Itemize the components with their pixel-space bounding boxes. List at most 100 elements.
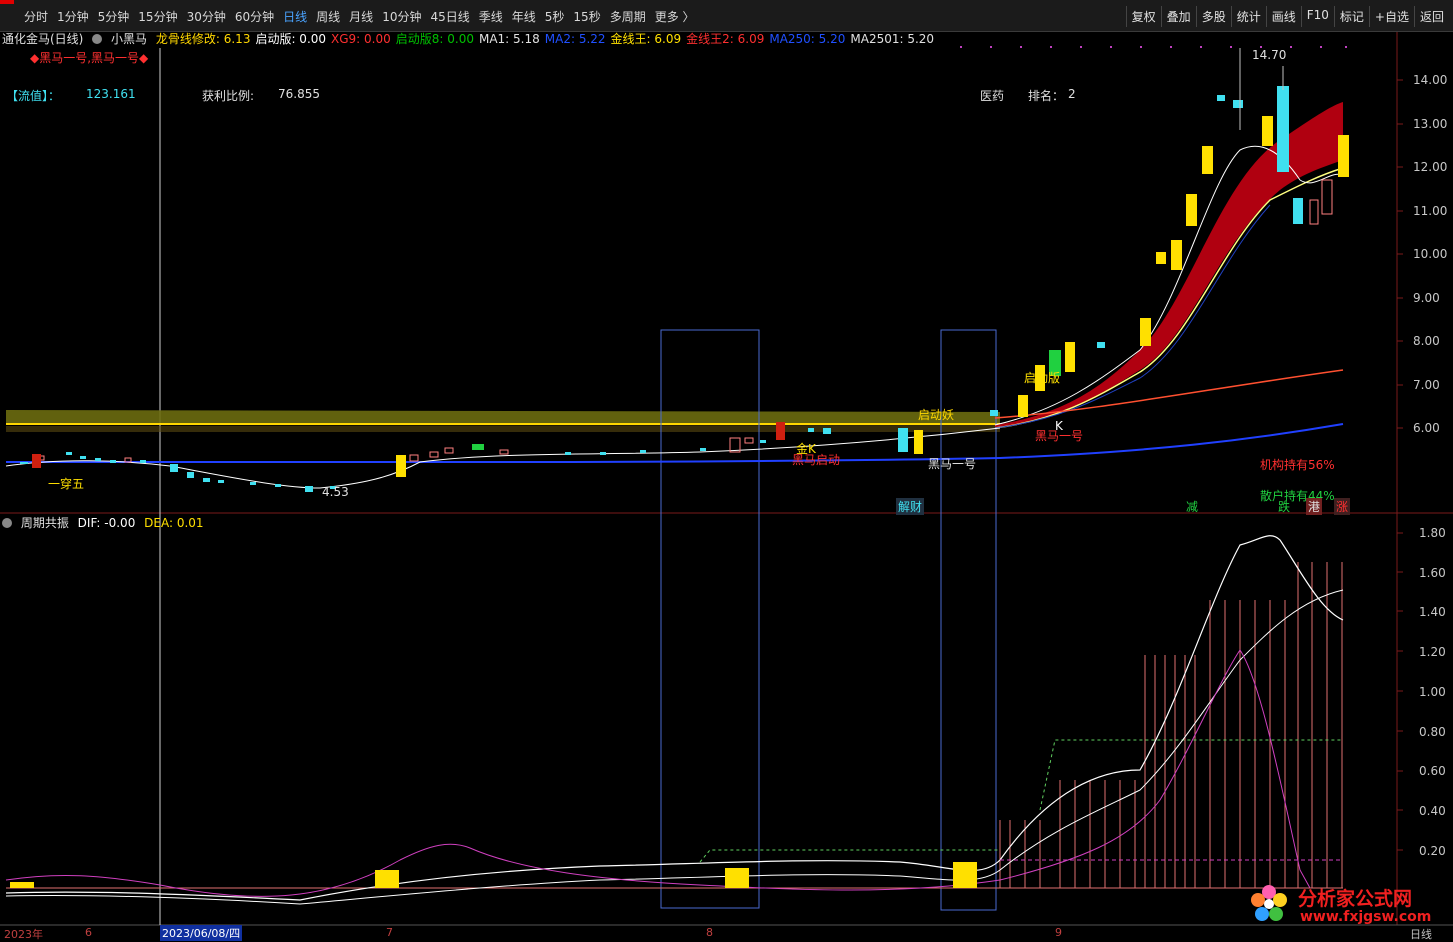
indicator-value-7: 金线王2: 6.09 (686, 32, 765, 46)
tab-4[interactable]: 30分钟 (187, 8, 226, 25)
signal-text: ◆黑马一号,黑马一号◆ (30, 51, 149, 65)
jiecai-badge: 解财 (896, 498, 925, 515)
sub-tick-4: 1.00 (1419, 684, 1446, 699)
indicator-value-4: MA1: 5.18 (478, 32, 540, 46)
heima-label-2: 黑马一号 (928, 457, 977, 471)
tool-button-1[interactable]: 叠加 (1160, 6, 1196, 27)
sub-tick-0: 1.80 (1419, 526, 1446, 540)
tab-12[interactable]: 年线 (512, 8, 536, 25)
heima-qidong-label: 黑马启动 (792, 453, 841, 467)
indicator-values: 龙骨线修改: 6.13 启动版: 0.00 XG9: 0.00 启动版8: 0.00 M… (156, 32, 939, 46)
cursor-date: 2023/06/08/四 (160, 925, 243, 941)
tab-13[interactable]: 5秒 (545, 8, 565, 25)
low-price-label: 4.53 (322, 485, 349, 499)
tab-7[interactable]: 周线 (316, 8, 340, 25)
tool-button-7[interactable]: +自选 (1368, 6, 1414, 27)
settings-circle-icon[interactable] (92, 34, 103, 44)
sector-label: 医药 (980, 89, 1005, 103)
indicator-value-0: 龙骨线修改: 6.13 (155, 32, 251, 46)
tab-6[interactable]: 日线 (283, 8, 307, 25)
tool-button-6[interactable]: 标记 (1333, 6, 1369, 27)
date-month-9: 9 (1055, 926, 1062, 939)
k-label: K (1055, 419, 1063, 433)
date-month-8: 8 (706, 926, 713, 939)
indicator-value-8: MA250: 5.20 (769, 32, 846, 46)
sub-tick-8: 0.20 (1419, 843, 1446, 858)
tool-button-0[interactable]: 复权 (1125, 6, 1161, 27)
indicator-value-3: 启动版8: 0.00 (395, 32, 474, 46)
tool-button-2[interactable]: 多股 (1195, 6, 1231, 27)
indicator-value-1: 启动版: 0.00 (255, 32, 327, 46)
tool-buttons: 复权 叠加 多股 统计 画线 F10 标记 +自选 返回 (1125, 6, 1449, 27)
sub-tick-3: 1.20 (1419, 645, 1446, 660)
tab-11[interactable]: 季线 (479, 8, 503, 25)
chart-canvas[interactable] (0, 0, 1453, 936)
indicator-value-6: 金线王: 6.09 (610, 32, 682, 46)
tab-2[interactable]: 5分钟 (98, 8, 130, 25)
dea-value: DEA: 0.01 (144, 516, 204, 530)
gang-badge: 港 (1306, 498, 1323, 515)
indicator-value-9: MA2501: 5.20 (850, 32, 935, 46)
price-tick-7: 7.00 (1413, 377, 1440, 392)
die-badge: 跌 (1278, 500, 1291, 514)
tab-5[interactable]: 60分钟 (235, 8, 274, 25)
price-tick-6: 8.00 (1413, 334, 1440, 348)
sub-tick-5: 0.80 (1419, 724, 1446, 739)
tab-9[interactable]: 10分钟 (382, 8, 421, 25)
sanhu-label: 散户持有44% (1260, 489, 1335, 503)
yi-chuan-wu-label: 一穿五 (48, 477, 85, 491)
jian-badge: 减 (1186, 500, 1199, 514)
period-tabs: 分时 1分钟 5分钟 15分钟 30分钟 60分钟 日线 周线 月线 10分钟 45日线 季线 年线 5秒… (24, 8, 695, 25)
tab-15[interactable]: 多周期 (610, 8, 646, 25)
liuzhi-value: 123.161 (86, 87, 136, 101)
period-toolbar: 分时 1分钟 5分钟 15分钟 30分钟 60分钟 日线 周线 月线 10分钟 45日线 季线 年线 5秒… (0, 0, 1453, 32)
price-tick-1: 13.00 (1413, 116, 1448, 131)
tool-button-4[interactable]: 画线 (1265, 6, 1301, 27)
date-year: 2023年 (4, 928, 43, 941)
indicator-value-2: XG9: 0.00 (331, 32, 391, 46)
indicator-value-5: MA2: 5.22 (544, 32, 606, 46)
sub-tick-6: 0.60 (1419, 764, 1446, 779)
tab-10[interactable]: 45日线 (430, 8, 469, 25)
window-indicator (0, 0, 14, 4)
settings-circle-icon[interactable] (2, 518, 12, 528)
sub-tick-2: 1.40 (1419, 605, 1446, 620)
sub-indicator-name[interactable]: 周期共振 (21, 516, 69, 530)
rank-value: 2 (1068, 87, 1076, 101)
tool-button-3[interactable]: 统计 (1230, 6, 1266, 27)
stock-title[interactable]: 通化金马(日线) (2, 32, 83, 46)
price-tick-0: 14.00 (1413, 73, 1448, 87)
dif-value: DIF: -0.00 (77, 516, 136, 530)
tab-14[interactable]: 15秒 (573, 8, 600, 25)
date-month-7: 7 (386, 926, 393, 939)
qidong-yao-label: 启动妖 (918, 408, 955, 422)
price-tick-3: 11.00 (1413, 203, 1448, 218)
tab-16[interactable]: 更多 〉 (655, 8, 695, 25)
watermark-url: www.fxjgsw.com (1300, 909, 1432, 925)
high-price-label: 14.70 (1252, 48, 1287, 62)
watermark-text: 分析家公式网 (1298, 888, 1413, 910)
tab-1[interactable]: 1分钟 (57, 8, 89, 25)
sub-tick-1: 1.60 (1419, 565, 1446, 580)
tab-3[interactable]: 15分钟 (138, 8, 177, 25)
tool-button-8[interactable]: 返回 (1413, 6, 1449, 27)
sub-header: 周期共振 DIF: -0.00 DEA: 0.01 (2, 514, 209, 531)
price-tick-4: 10.00 (1413, 247, 1448, 261)
date-month-6: 6 (85, 926, 92, 939)
jigou-label: 机构持有56% (1260, 458, 1335, 472)
price-tick-2: 12.00 (1413, 160, 1448, 174)
sub-tick-7: 0.40 (1419, 803, 1446, 818)
tab-0[interactable]: 分时 (24, 8, 48, 25)
profit-value: 76.855 (278, 87, 320, 101)
tab-8[interactable]: 月线 (349, 8, 373, 25)
rank-label: 排名： (1028, 89, 1065, 103)
liuzhi-label: 【流值】： (6, 89, 61, 103)
main-header: 通化金马(日线) 小黑马 龙骨线修改: 6.13 启动版: 0.00 XG9: 0.… (2, 30, 944, 46)
price-tick-5: 9.00 (1413, 290, 1440, 305)
qidong-ban-label: 启动版 (1024, 371, 1061, 385)
indicator-name[interactable]: 小黑马 (111, 32, 147, 46)
profit-label: 获利比例: (202, 89, 255, 103)
tool-button-5[interactable]: F10 (1300, 6, 1334, 27)
zhang-badge: 涨 (1334, 498, 1351, 515)
price-tick-8: 6.00 (1413, 421, 1440, 435)
